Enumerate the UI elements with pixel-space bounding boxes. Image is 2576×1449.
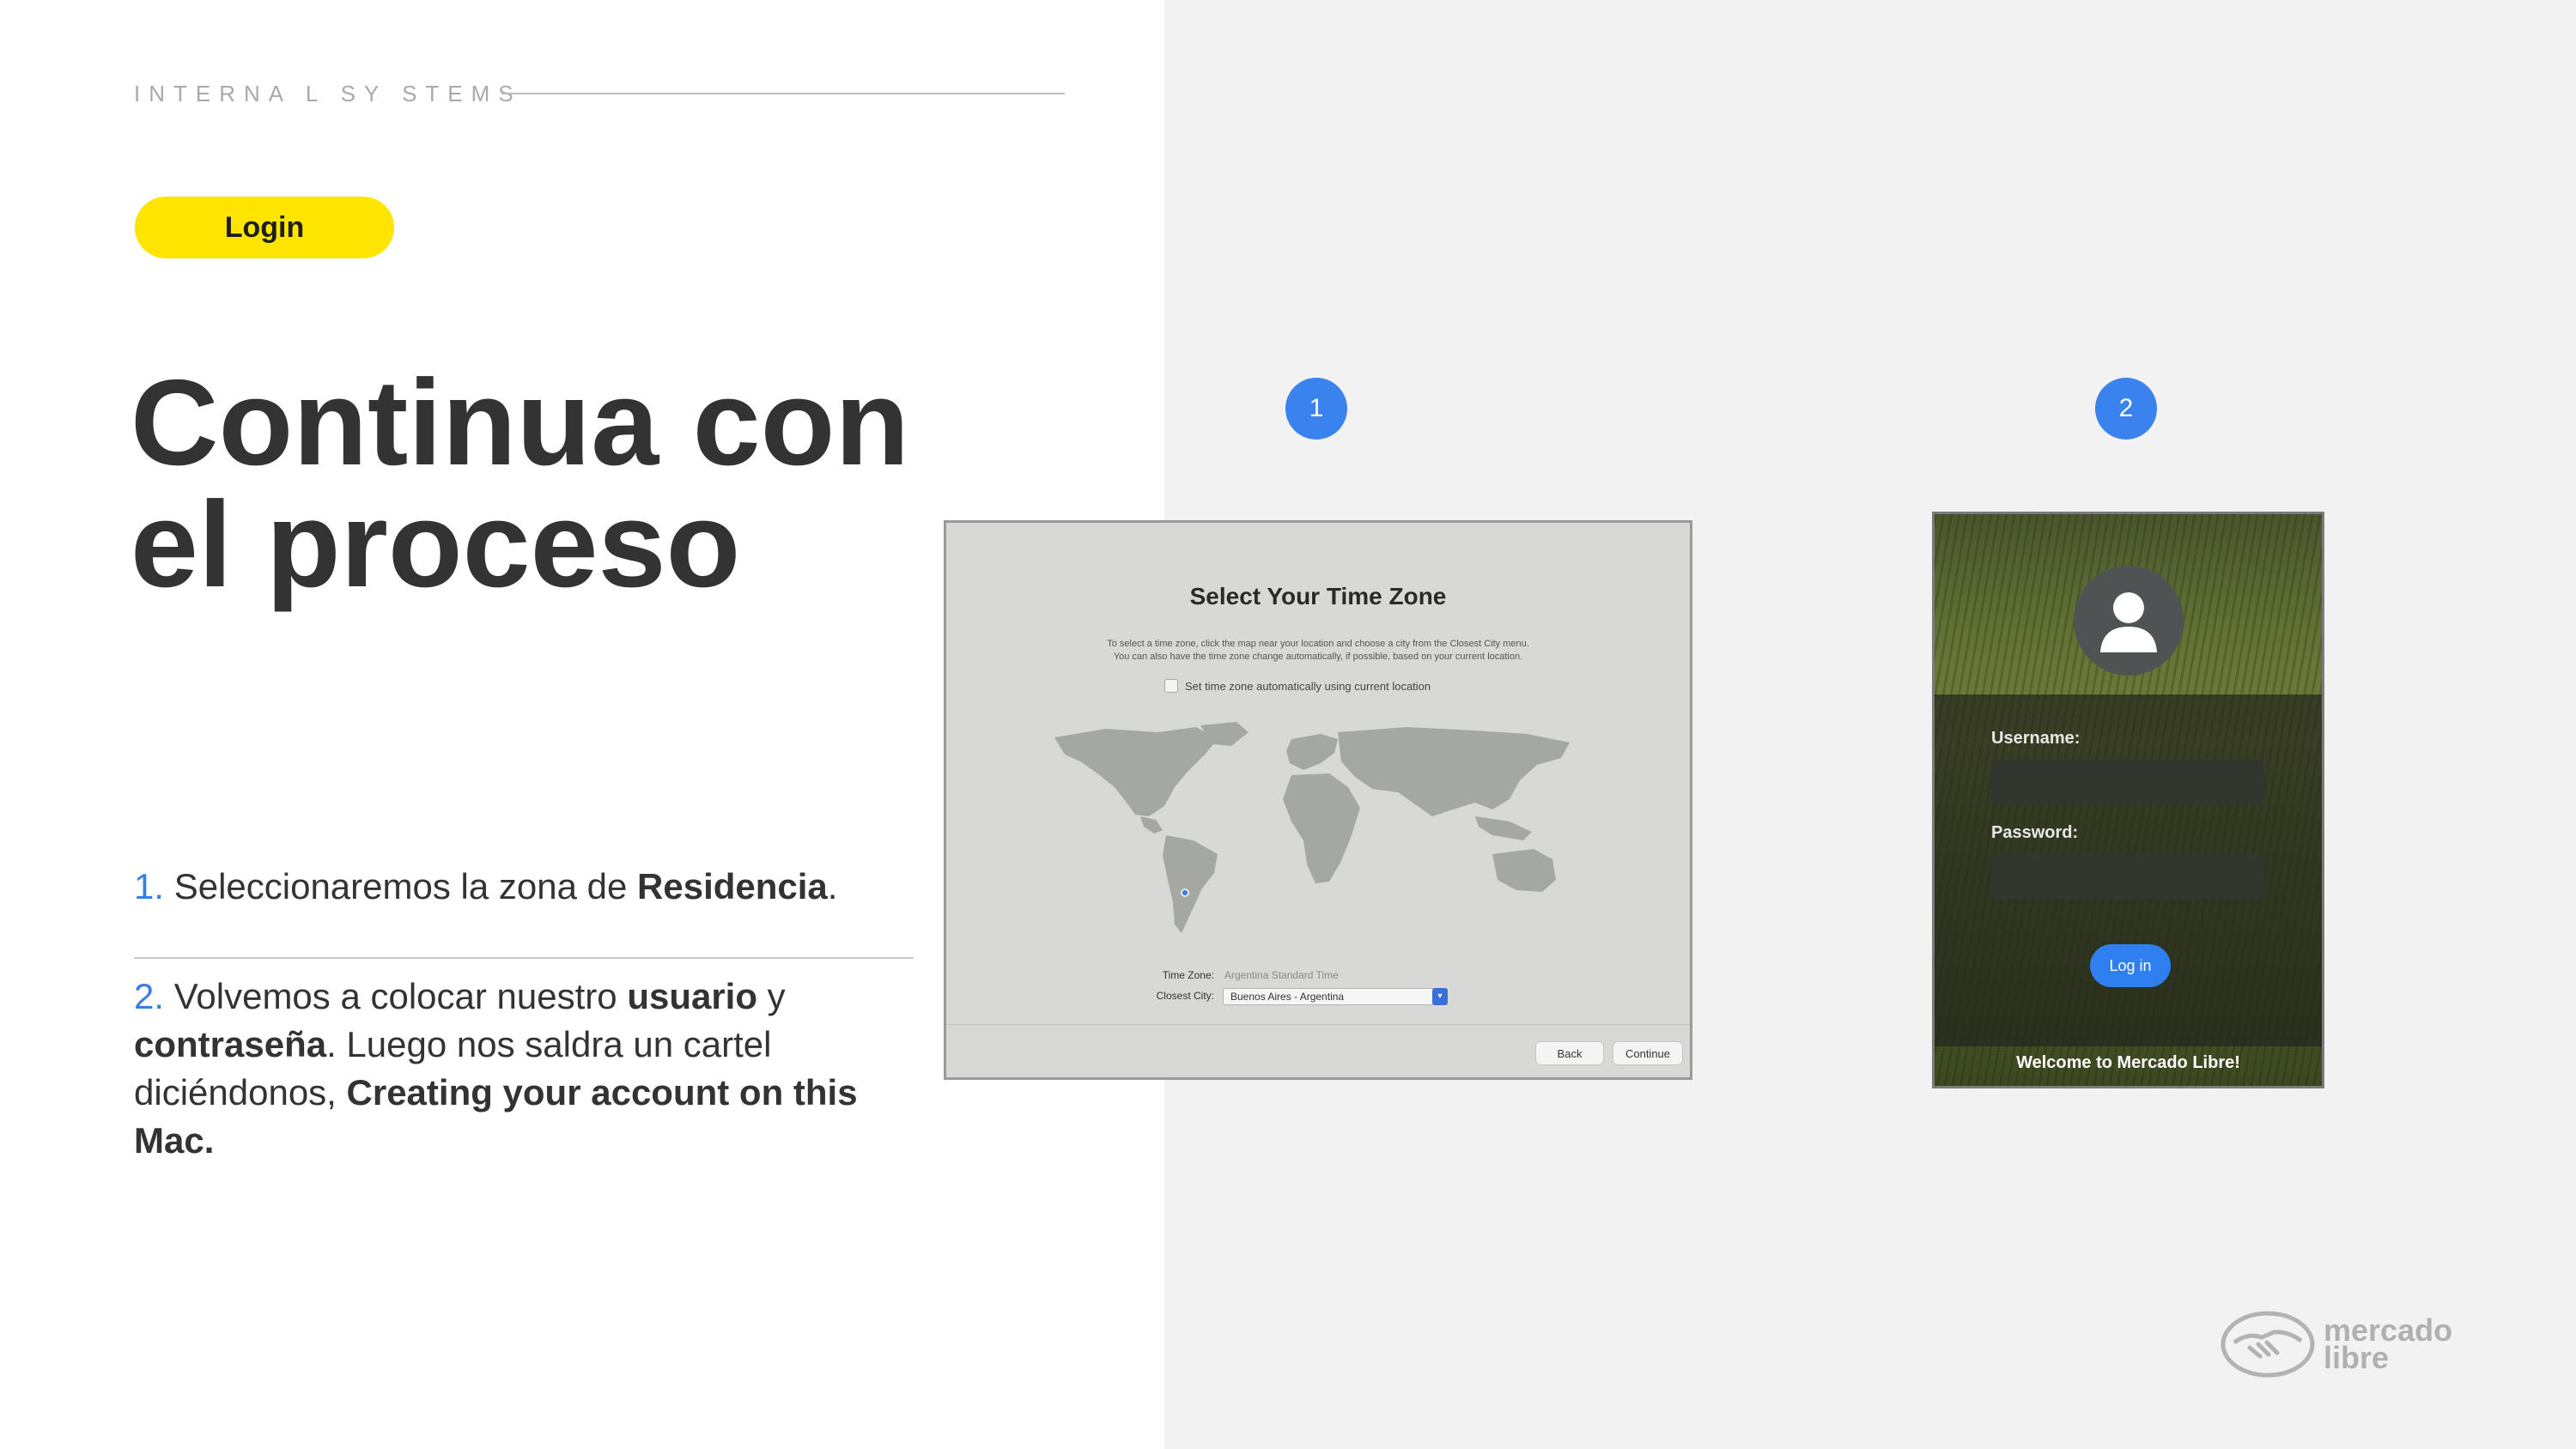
step-1-number: 1. [134,866,165,906]
europe-shape [1286,734,1338,770]
footer-divider [946,1024,1690,1025]
logo-line-2: libre [2324,1340,2390,1375]
world-map[interactable] [1046,720,1595,943]
central-america-shape [1140,816,1163,834]
australia-shape [1492,849,1556,892]
back-button[interactable]: Back [1535,1041,1604,1065]
auto-timezone-label: Set time zone automatically using curren… [1185,679,1431,693]
continue-button[interactable]: Continue [1613,1041,1683,1065]
section-eyebrow: INTERNA L SY STEMS [134,81,522,106]
handshake-logo-icon [2221,1311,2315,1378]
step-2-number: 2. [134,976,165,1016]
buenos-aires-marker [1181,888,1189,897]
login-button[interactable]: Log in [2090,944,2171,987]
section-pill: Login [135,197,394,258]
timezone-description-line-2: You can also have the time zone change a… [1113,652,1523,662]
page-title: Continua con el proceso [131,362,989,606]
auto-timezone-checkbox[interactable]: Set time zone automatically using curren… [1164,679,1431,693]
time-zone-value: Argentina Standard Time [1224,969,1339,981]
mercado-libre-logo: mercado libre [2221,1310,2470,1379]
password-input[interactable] [1991,854,2264,899]
step-1-bold: Residencia [637,866,828,906]
user-silhouette-icon [2100,592,2157,652]
password-label: Password: [1991,823,2079,842]
step-1: 1. Seleccionaremos la zona de Residencia… [134,863,907,911]
southeast-asia-shape [1475,816,1532,840]
title-line-1: Continua con [131,355,910,491]
step-2-bold-password: contraseña [134,1024,327,1064]
welcome-message: Welcome to Mercado Libre! [2016,1053,2240,1072]
user-avatar-icon [2074,566,2184,676]
time-zone-label: Time Zone: [1162,969,1214,981]
step-1-end: . [827,866,838,906]
south-america-shape [1163,835,1218,933]
step-1-text: Seleccionaremos la zona de [164,866,638,906]
login-screenshot: Username: Password: Log in Welcome to Me… [1932,512,2324,1088]
step-divider [134,957,914,959]
username-label: Username: [1991,729,2081,748]
timezone-screenshot: Select Your Time Zone To select a time z… [944,520,1692,1080]
timezone-description-line-1: To select a time zone, click the map nea… [1107,639,1529,649]
logo-wordmark: mercado libre [2324,1315,2452,1375]
step-2: 2. Volvemos a colocar nuestro usuario y … [134,973,890,1165]
africa-shape [1283,773,1360,883]
timezone-title: Select Your Time Zone [1189,583,1447,609]
chevron-down-icon[interactable]: ▾ [1432,988,1448,1005]
step-badge-1: 1 [1285,378,1347,440]
step-2-text-1: Volvemos a colocar nuestro [164,976,628,1016]
step-2-bold-user: usuario [627,976,758,1016]
closest-city-label: Closest City: [1156,990,1214,1002]
username-input[interactable] [1991,760,2264,804]
checkbox-box[interactable] [1164,679,1178,693]
timezone-description: To select a time zone, click the map nea… [1032,638,1604,664]
closest-city-select[interactable]: Buenos Aires - Argentina [1223,988,1448,1005]
eyebrow-divider [501,93,1065,94]
asia-shape [1338,727,1570,816]
step-2-text-2: y [757,976,786,1016]
step-badge-2: 2 [2095,378,2157,440]
title-line-2: el proceso [131,476,741,613]
north-america-shape [1054,727,1218,816]
